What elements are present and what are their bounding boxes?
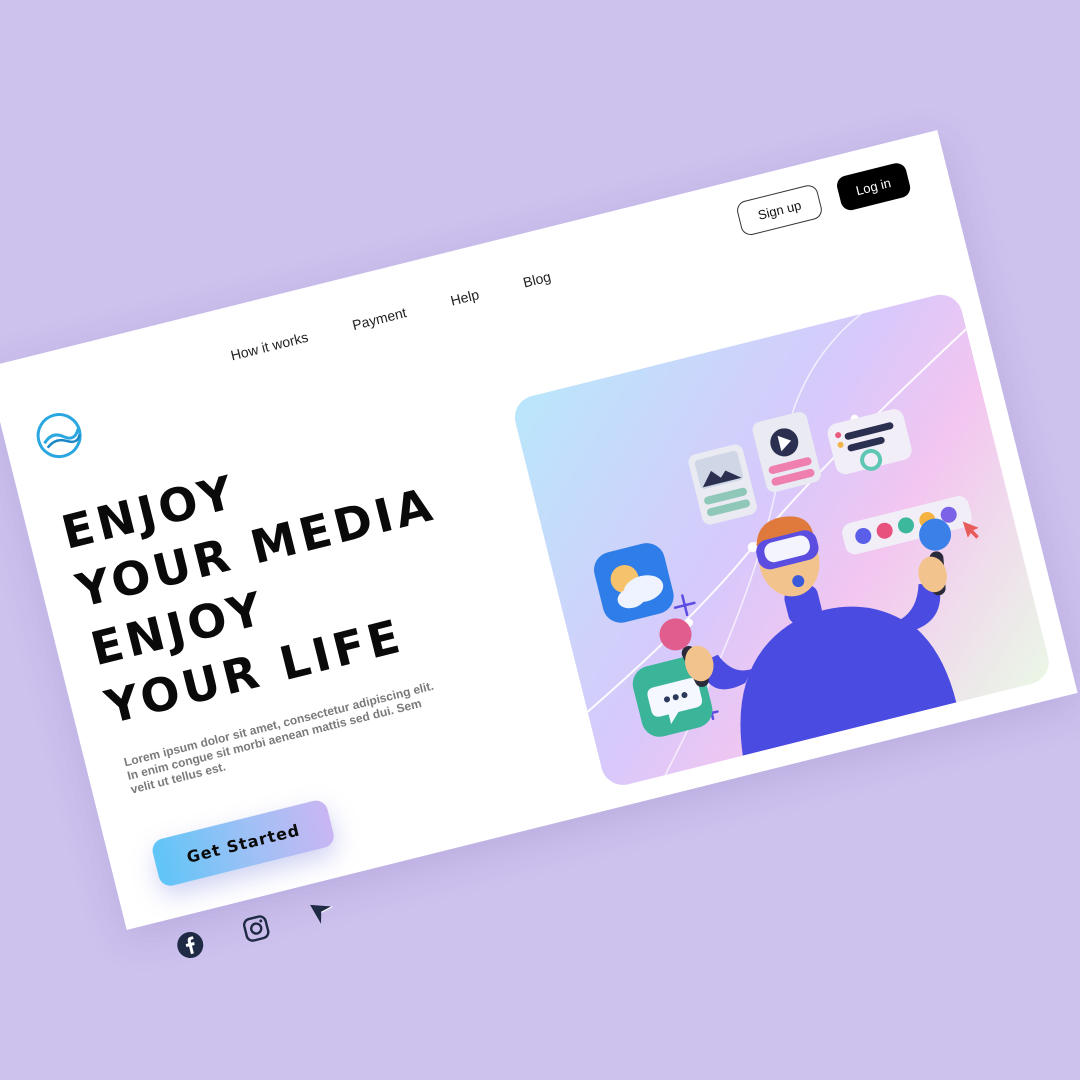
color-palette-icon bbox=[842, 496, 979, 555]
settings-card-icon bbox=[827, 409, 912, 475]
weather-app-icon bbox=[594, 543, 674, 623]
nav-item-help[interactable]: Help bbox=[449, 286, 481, 308]
send-icon[interactable] bbox=[305, 895, 339, 929]
image-card-icon bbox=[688, 444, 757, 525]
main-nav: How it works Payment Help Blog bbox=[229, 268, 553, 363]
vr-media-illustration bbox=[570, 290, 979, 776]
hero-illustration bbox=[510, 290, 1054, 790]
landing-page-card: How it works Payment Help Blog Sign up L… bbox=[0, 130, 1078, 959]
sign-up-button[interactable]: Sign up bbox=[735, 183, 824, 238]
wave-logo-icon[interactable] bbox=[30, 407, 88, 465]
video-card-icon bbox=[752, 412, 821, 493]
nav-item-how-it-works[interactable]: How it works bbox=[229, 329, 310, 364]
nav-item-blog[interactable]: Blog bbox=[521, 268, 552, 290]
auth-buttons: Sign up Log in bbox=[735, 161, 913, 238]
facebook-icon[interactable] bbox=[173, 928, 207, 962]
nav-item-payment[interactable]: Payment bbox=[351, 304, 408, 333]
instagram-icon[interactable] bbox=[239, 912, 273, 946]
get-started-button[interactable]: Get Started bbox=[150, 798, 337, 889]
social-links bbox=[173, 895, 339, 962]
log-in-button[interactable]: Log in bbox=[834, 161, 913, 213]
